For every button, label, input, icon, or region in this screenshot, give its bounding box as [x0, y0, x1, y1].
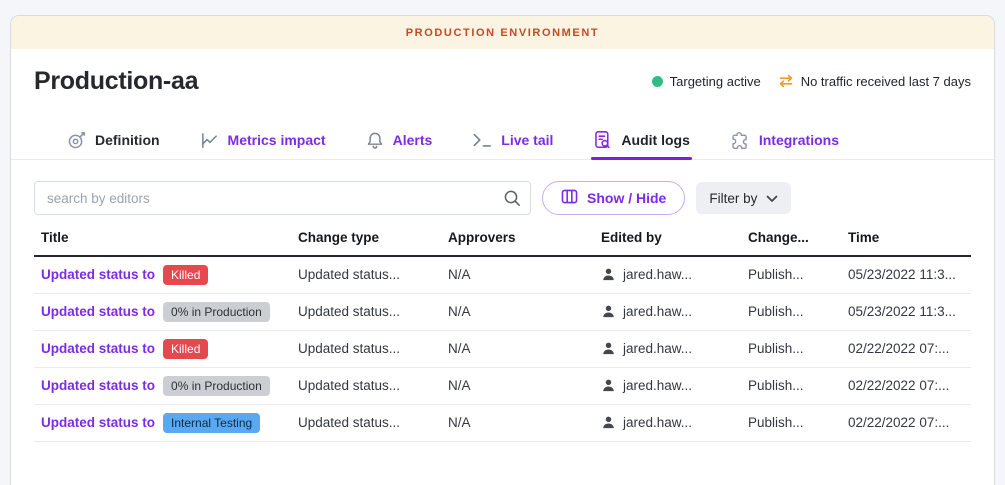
row-title-link[interactable]: Updated status to: [41, 415, 155, 430]
traffic-status: No traffic received last 7 days: [778, 74, 971, 89]
table-row[interactable]: Updated status to Killed Updated status.…: [34, 256, 971, 293]
column-header-title: Title: [34, 230, 291, 256]
status-group: Targeting active No traffic received las…: [652, 74, 971, 89]
environment-banner-text: PRODUCTION ENVIRONMENT: [406, 27, 599, 39]
search-box: [34, 181, 531, 215]
status-badge: 0% in Production: [163, 302, 270, 322]
tab-label: Alerts: [393, 132, 433, 148]
targeting-status-label: Targeting active: [670, 74, 761, 89]
time-cell: 02/22/2022 07:...: [841, 404, 971, 441]
tab-label: Audit logs: [621, 132, 689, 148]
table-row[interactable]: Updated status to 0% in Production Updat…: [34, 367, 971, 404]
change-type-cell: Updated status...: [291, 293, 441, 330]
change-type-cell: Updated status...: [291, 256, 441, 293]
show-hide-button[interactable]: Show / Hide: [542, 181, 685, 215]
edited-by-name: jared.haw...: [623, 415, 692, 430]
approvers-cell: N/A: [441, 293, 594, 330]
tab-live-tail[interactable]: Live tail: [472, 121, 553, 159]
user-icon: [601, 415, 616, 430]
puzzle-icon: [730, 131, 750, 150]
column-header-time: Time: [841, 230, 971, 256]
show-hide-label: Show / Hide: [587, 190, 666, 206]
tab-audit-logs[interactable]: Audit logs: [593, 121, 689, 159]
environment-banner: PRODUCTION ENVIRONMENT: [11, 16, 994, 49]
row-title-link[interactable]: Updated status to: [41, 304, 155, 319]
tab-metrics-impact[interactable]: Metrics impact: [200, 121, 326, 159]
column-header-change-type: Change type: [291, 230, 441, 256]
time-cell: 02/22/2022 07:...: [841, 367, 971, 404]
row-title-link[interactable]: Updated status to: [41, 378, 155, 393]
row-title-link[interactable]: Updated status to: [41, 267, 155, 282]
table-row[interactable]: Updated status to Killed Updated status.…: [34, 330, 971, 367]
time-cell: 02/22/2022 07:...: [841, 330, 971, 367]
filter-by-button[interactable]: Filter by: [696, 182, 791, 214]
user-icon: [601, 378, 616, 393]
target-icon: [67, 131, 86, 150]
audit-log-table: Title Change type Approvers Edited by Ch…: [11, 230, 994, 442]
approvers-cell: N/A: [441, 367, 594, 404]
audit-log-icon: [593, 130, 612, 150]
time-cell: 05/23/2022 11:3...: [841, 256, 971, 293]
green-dot-icon: [652, 76, 663, 87]
column-header-change: Change...: [741, 230, 841, 256]
tab-integrations[interactable]: Integrations: [730, 121, 839, 159]
tab-definition[interactable]: Definition: [67, 121, 160, 159]
approvers-cell: N/A: [441, 404, 594, 441]
change-cell: Publish...: [741, 367, 841, 404]
targeting-status: Targeting active: [652, 74, 761, 89]
toolbar: Show / Hide Filter by: [11, 181, 994, 215]
chevron-down-icon: [766, 191, 778, 206]
column-header-approvers: Approvers: [441, 230, 594, 256]
tab-label: Metrics impact: [228, 132, 326, 148]
status-badge: 0% in Production: [163, 376, 270, 396]
change-cell: Publish...: [741, 330, 841, 367]
tab-label: Integrations: [759, 132, 839, 148]
status-badge: Killed: [163, 265, 208, 285]
edited-by-name: jared.haw...: [623, 341, 692, 356]
user-icon: [601, 304, 616, 319]
tab-alerts[interactable]: Alerts: [366, 121, 433, 159]
user-icon: [601, 267, 616, 282]
bell-icon: [366, 131, 384, 150]
change-cell: Publish...: [741, 256, 841, 293]
approvers-cell: N/A: [441, 330, 594, 367]
change-cell: Publish...: [741, 293, 841, 330]
edited-by-name: jared.haw...: [623, 378, 692, 393]
filter-by-label: Filter by: [709, 191, 757, 206]
page-header: Production-aa Targeting active No traffi…: [11, 64, 994, 98]
user-icon: [601, 341, 616, 356]
change-type-cell: Updated status...: [291, 367, 441, 404]
tab-bar: Definition Metrics impact Alerts: [11, 121, 994, 160]
approvers-cell: N/A: [441, 256, 594, 293]
line-chart-icon: [200, 131, 219, 150]
change-cell: Publish...: [741, 404, 841, 441]
edited-by-name: jared.haw...: [623, 304, 692, 319]
swap-arrows-icon: [778, 74, 794, 88]
traffic-status-label: No traffic received last 7 days: [801, 74, 971, 89]
search-icon: [503, 189, 521, 212]
status-badge: Killed: [163, 339, 208, 359]
table-row[interactable]: Updated status to 0% in Production Updat…: [34, 293, 971, 330]
search-input[interactable]: [34, 181, 531, 215]
main-card: PRODUCTION ENVIRONMENT Production-aa Tar…: [10, 15, 995, 485]
table-row[interactable]: Updated status to Internal Testing Updat…: [34, 404, 971, 441]
tab-label: Definition: [95, 132, 160, 148]
time-cell: 05/23/2022 11:3...: [841, 293, 971, 330]
column-header-edited-by: Edited by: [594, 230, 741, 256]
tab-label: Live tail: [501, 132, 553, 148]
columns-icon: [561, 189, 578, 207]
change-type-cell: Updated status...: [291, 404, 441, 441]
terminal-icon: [472, 132, 492, 148]
status-badge: Internal Testing: [163, 413, 260, 433]
page-title: Production-aa: [34, 67, 198, 96]
row-title-link[interactable]: Updated status to: [41, 341, 155, 356]
change-type-cell: Updated status...: [291, 330, 441, 367]
edited-by-name: jared.haw...: [623, 267, 692, 282]
table-header-row: Title Change type Approvers Edited by Ch…: [34, 230, 971, 256]
